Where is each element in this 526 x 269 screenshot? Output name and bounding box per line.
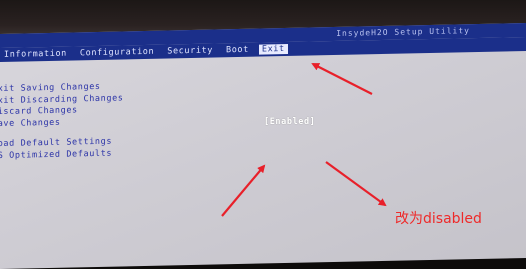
- arrow-to-exit-tab: [311, 63, 373, 95]
- annotation-text: 改为disabled: [395, 211, 482, 227]
- arrow-to-annotation: [325, 161, 387, 207]
- annotation-arrows: [221, 63, 387, 217]
- arrow-to-enabled-value: [221, 164, 266, 217]
